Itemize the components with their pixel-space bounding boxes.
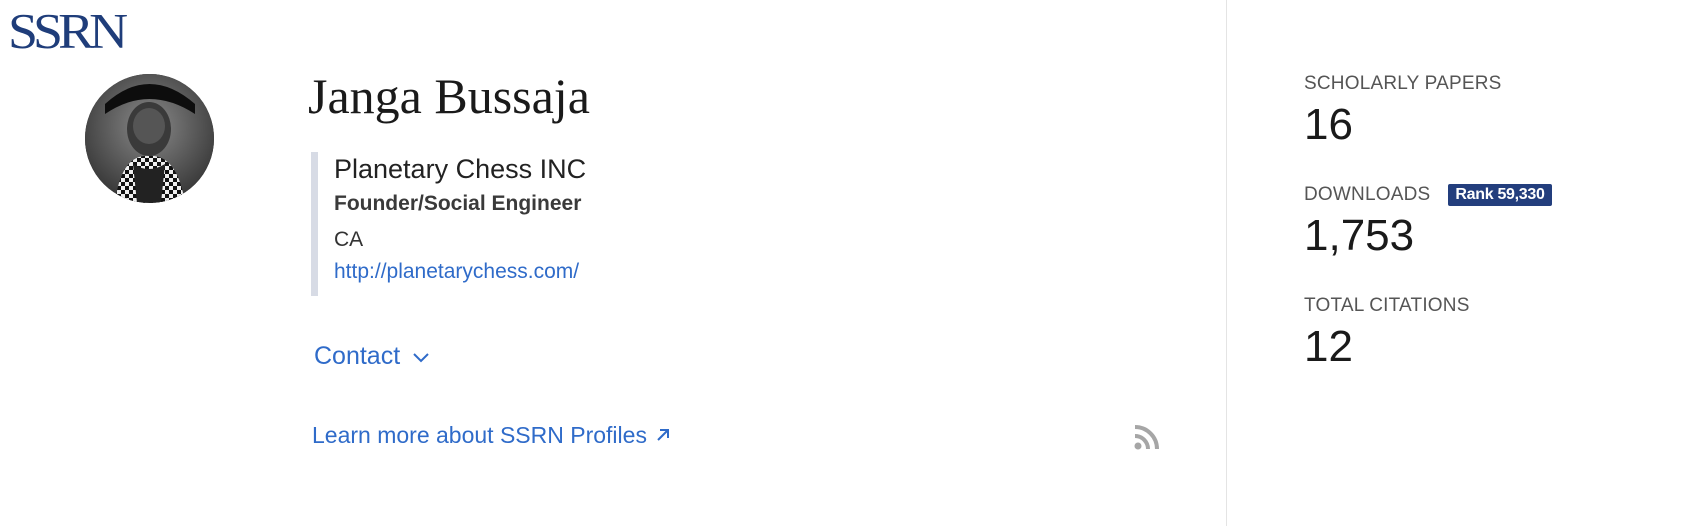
stat-scholarly-papers: SCHOLARLY PAPERS 16 bbox=[1304, 72, 1502, 150]
stat-total-citations: TOTAL CITATIONS 12 bbox=[1304, 294, 1470, 372]
learn-more-link[interactable]: Learn more about SSRN Profiles bbox=[312, 420, 671, 450]
avatar bbox=[85, 74, 214, 203]
stat-downloads: DOWNLOADS Rank 59,330 1,753 bbox=[1304, 183, 1552, 261]
rank-badge: Rank 59,330 bbox=[1448, 184, 1552, 206]
learn-more-label: Learn more about SSRN Profiles bbox=[312, 422, 647, 448]
organization-name: Planetary Chess INC bbox=[334, 154, 587, 184]
contact-label: Contact bbox=[314, 342, 401, 370]
contact-toggle[interactable]: Contact bbox=[314, 340, 430, 372]
ssrn-profile-page: SSRN Janga Bussaja Planetary Chess INC F… bbox=[0, 0, 1697, 526]
website-link[interactable]: http://planetarychess.com/ bbox=[334, 258, 579, 286]
chevron-down-icon bbox=[412, 340, 430, 372]
role-title: Founder/Social Engineer bbox=[334, 192, 582, 215]
stat-value: 16 bbox=[1304, 100, 1353, 149]
stat-label: SCHOLARLY PAPERS bbox=[1304, 73, 1502, 94]
external-arrow-icon bbox=[655, 420, 671, 450]
stat-value: 12 bbox=[1304, 322, 1353, 371]
affiliation-block: Planetary Chess INC Founder/Social Engin… bbox=[311, 152, 811, 296]
stat-label: DOWNLOADS bbox=[1304, 184, 1431, 205]
profile-name: Janga Bussaja bbox=[308, 68, 590, 124]
rss-icon[interactable] bbox=[1133, 423, 1161, 451]
stat-label: TOTAL CITATIONS bbox=[1304, 295, 1470, 316]
column-divider bbox=[1226, 0, 1227, 526]
ssrn-logo[interactable]: SSRN bbox=[8, 6, 128, 56]
stat-value: 1,753 bbox=[1304, 211, 1415, 260]
location: CA bbox=[334, 228, 364, 251]
